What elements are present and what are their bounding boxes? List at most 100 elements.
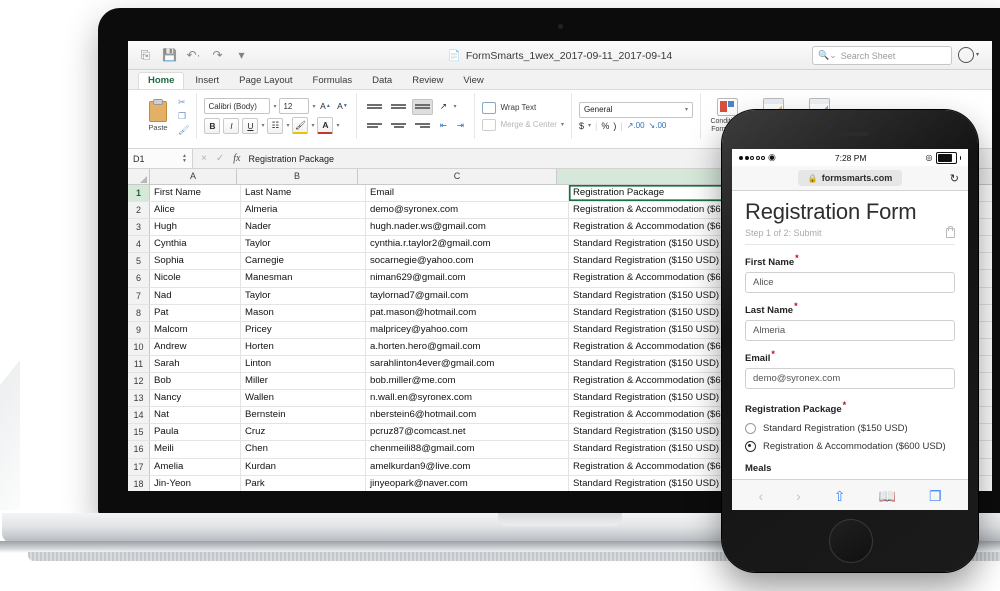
decrease-indent-button[interactable]: ⇤ <box>436 119 450 133</box>
align-middle-button[interactable] <box>388 99 409 115</box>
font-color-button[interactable]: A <box>317 117 334 134</box>
cell-A2[interactable]: Alice <box>150 202 241 219</box>
align-bottom-button[interactable] <box>412 98 434 115</box>
row-header-9[interactable]: 9 <box>128 321 150 338</box>
row-header-1[interactable]: 1 <box>128 185 150 202</box>
cell-C16[interactable]: chenmeili88@gmail.com <box>366 441 569 458</box>
row-header-12[interactable]: 12 <box>128 373 150 390</box>
row-header-18[interactable]: 18 <box>128 475 150 491</box>
align-right-button[interactable] <box>412 118 433 134</box>
cell-C14[interactable]: nberstein6@hotmail.com <box>366 407 569 424</box>
font-name-select[interactable]: Calibri (Body) <box>204 98 271 114</box>
quick-access-toolbar[interactable]: ⎘ 💾 ↶· ↷ ▾ <box>138 48 249 63</box>
cell-A9[interactable]: Malcom <box>150 321 241 338</box>
search-sheet-input[interactable]: 🔍⌄ Search Sheet <box>812 46 952 65</box>
cell-C9[interactable]: malpricey@yahoo.com <box>366 321 569 338</box>
row-header-3[interactable]: 3 <box>128 219 150 236</box>
cell-A14[interactable]: Nat <box>150 407 241 424</box>
forward-icon[interactable]: › <box>796 488 801 504</box>
cell-A17[interactable]: Amelia <box>150 458 241 475</box>
ribbon-tab-formulas[interactable]: Formulas <box>304 73 362 89</box>
confirm-formula-icon[interactable]: ✓ <box>216 153 224 164</box>
cell-B6[interactable]: Manesman <box>241 270 366 287</box>
row-header-8[interactable]: 8 <box>128 304 150 321</box>
cell-A18[interactable]: Jin-Yeon <box>150 475 241 491</box>
decrease-decimal-button[interactable]: ↘.00 <box>649 121 667 130</box>
name-box[interactable]: D1 ▲ ▼ <box>128 149 193 168</box>
cancel-formula-icon[interactable]: × <box>201 153 207 164</box>
last-name-input[interactable]: Almeria <box>745 320 955 342</box>
cell-C3[interactable]: hugh.nader.ws@gmail.com <box>366 219 569 236</box>
cell-C18[interactable]: jinyeopark@naver.com <box>366 475 569 491</box>
cell-A12[interactable]: Bob <box>150 373 241 390</box>
cell-B13[interactable]: Wallen <box>241 390 366 407</box>
cell-B16[interactable]: Chen <box>241 441 366 458</box>
cut-icon[interactable]: ✂ <box>178 97 189 108</box>
row-header-2[interactable]: 2 <box>128 202 150 219</box>
align-top-button[interactable] <box>364 99 385 115</box>
cell-B17[interactable]: Kurdan <box>241 458 366 475</box>
cell-A1[interactable]: First Name <box>150 185 241 202</box>
ribbon-tab-page-layout[interactable]: Page Layout <box>230 73 301 89</box>
underline-button[interactable]: U <box>242 117 259 134</box>
font-name-chevron-icon[interactable]: ▾ <box>273 103 276 110</box>
row-header-13[interactable]: 13 <box>128 390 150 407</box>
row-header-10[interactable]: 10 <box>128 338 150 355</box>
bookmarks-icon[interactable]: 📖 <box>879 488 896 505</box>
row-header-4[interactable]: 4 <box>128 236 150 253</box>
grow-font-button[interactable]: A ▲ <box>318 99 332 113</box>
ribbon-tab-data[interactable]: Data <box>363 73 401 89</box>
cell-B9[interactable]: Pricey <box>241 321 366 338</box>
cell-A8[interactable]: Pat <box>150 304 241 321</box>
column-header-a[interactable]: A <box>150 169 237 184</box>
row-header-7[interactable]: 7 <box>128 287 150 304</box>
cell-C13[interactable]: n.wall.en@syronex.com <box>366 390 569 407</box>
row-header-17[interactable]: 17 <box>128 458 150 475</box>
cell-B4[interactable]: Taylor <box>241 236 366 253</box>
cell-A13[interactable]: Nancy <box>150 390 241 407</box>
currency-chevron-icon[interactable]: ▾ <box>588 122 591 129</box>
cell-A16[interactable]: Meili <box>150 441 241 458</box>
ribbon-tab-home[interactable]: Home <box>138 72 185 89</box>
cell-B8[interactable]: Mason <box>241 304 366 321</box>
cell-C8[interactable]: pat.mason@hotmail.com <box>366 304 569 321</box>
number-format-select[interactable]: General ▾ <box>578 101 693 118</box>
customize-toolbar-icon[interactable]: ▾ <box>234 48 249 63</box>
font-color-chevron-icon[interactable]: ▾ <box>336 122 339 129</box>
save-icon[interactable]: 💾 <box>162 48 177 63</box>
undo-icon[interactable]: ↶· <box>186 48 201 63</box>
ribbon-tab-insert[interactable]: Insert <box>186 73 228 89</box>
comma-style-button[interactable]: ) <box>613 121 616 131</box>
cell-B11[interactable]: Linton <box>241 355 366 373</box>
cell-B2[interactable]: Almeria <box>241 202 366 219</box>
merge-chevron-icon[interactable]: ▾ <box>561 121 564 128</box>
tabs-icon[interactable]: ❐ <box>929 488 942 505</box>
insert-function-icon[interactable]: fx <box>233 153 240 164</box>
sidebar-icon[interactable]: ⎘ <box>138 48 153 63</box>
cell-C5[interactable]: socarnegie@yahoo.com <box>366 253 569 270</box>
cell-B3[interactable]: Nader <box>241 219 366 236</box>
redo-icon[interactable]: ↷ <box>210 48 225 63</box>
row-header-5[interactable]: 5 <box>128 253 150 270</box>
wrap-text-button[interactable]: Wrap Text <box>482 101 563 114</box>
select-all-corner[interactable] <box>128 169 150 184</box>
cell-B12[interactable]: Miller <box>241 373 366 390</box>
share-button[interactable]: ▾ <box>958 46 982 63</box>
cell-B5[interactable]: Carnegie <box>241 253 366 270</box>
percent-button[interactable]: % <box>601 121 609 131</box>
row-header-14[interactable]: 14 <box>128 407 150 424</box>
italic-button[interactable]: I <box>223 117 240 134</box>
copy-icon[interactable]: ❐ <box>178 111 189 122</box>
column-header-b[interactable]: B <box>237 169 358 184</box>
cell-A10[interactable]: Andrew <box>150 338 241 355</box>
cell-C11[interactable]: sarahlinton4ever@gmail.com <box>366 355 569 373</box>
cell-A4[interactable]: Cynthia <box>150 236 241 253</box>
fill-color-button[interactable]: 🖌 <box>292 117 309 134</box>
ribbon-tab-bar[interactable]: Home Insert Page Layout Formulas Data Re… <box>128 70 992 90</box>
shrink-font-button[interactable]: A ▼ <box>335 99 349 113</box>
cell-A11[interactable]: Sarah <box>150 355 241 373</box>
bold-button[interactable]: B <box>204 117 221 134</box>
safari-address-bar[interactable]: 🔒 formsmarts.com ↻ <box>732 166 968 191</box>
increase-indent-button[interactable]: ⇥ <box>453 119 467 133</box>
back-icon[interactable]: ‹ <box>758 488 763 504</box>
